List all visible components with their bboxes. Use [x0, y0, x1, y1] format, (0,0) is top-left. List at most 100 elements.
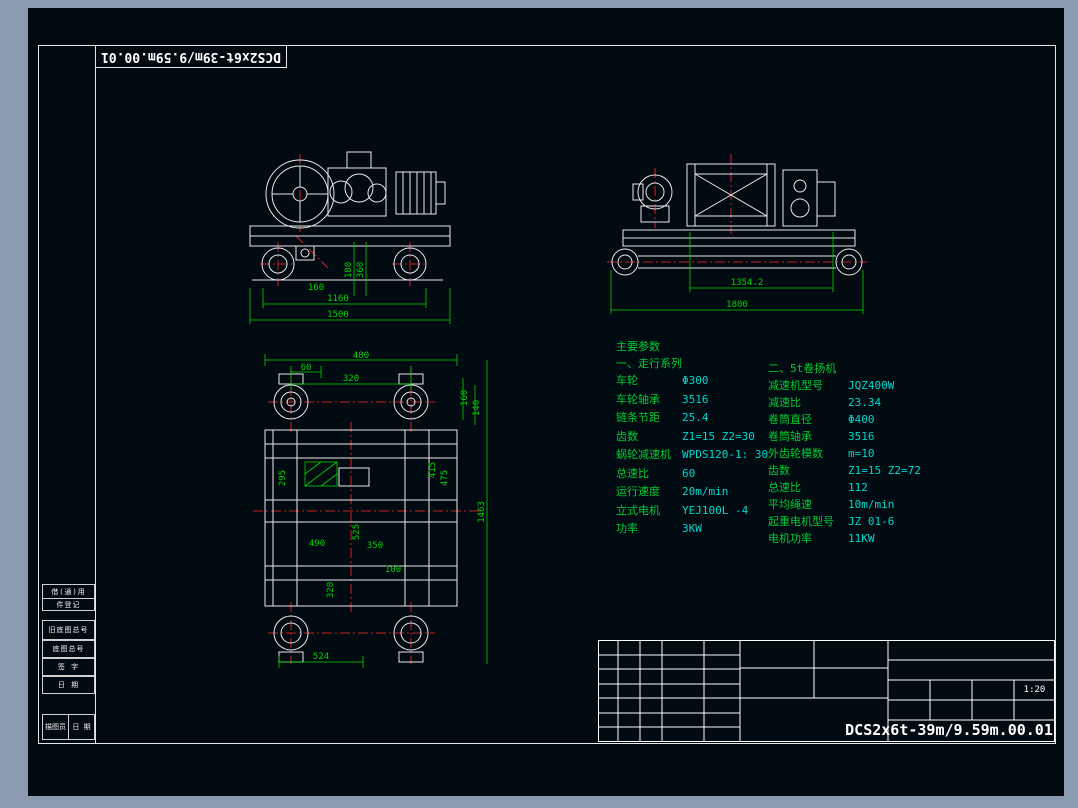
dim-label: 160 — [460, 390, 470, 406]
param-label: 外齿轮模数 — [768, 447, 823, 460]
param-label: 蜗轮减速机 — [616, 448, 671, 461]
param-label: 链条节距 — [616, 411, 660, 424]
param-value: 112 — [848, 481, 868, 494]
scale-value: 1:20 — [1023, 685, 1046, 695]
dim-label: 320 — [326, 582, 336, 598]
dim-label: 524 — [313, 652, 329, 662]
dim-label: 160 — [308, 283, 324, 293]
param-value: JQZ400W — [848, 379, 895, 392]
param-value: 60 — [682, 466, 696, 480]
param-row: 齿数 Z1=15 Z2=72 — [768, 462, 938, 479]
param-label: 运行速度 — [616, 485, 660, 498]
signature-block: 签 字 — [42, 658, 95, 676]
param-value: 3KW — [682, 522, 702, 535]
dim-label: 1354.2 — [731, 278, 764, 288]
param-row: 减速比 23.34 — [768, 394, 938, 411]
param-label: 平均绳速 — [768, 498, 812, 511]
dim-label: 360 — [356, 262, 366, 278]
param-label: 总速比 — [616, 466, 649, 480]
param-label: 卷筒直径 — [768, 413, 812, 426]
dim-label: 295 — [278, 470, 288, 486]
reuse-record-block: 借(通)用 件登记 — [42, 584, 95, 611]
param-label: 总速比 — [768, 481, 801, 494]
view-side: 1354.2 1800 — [607, 154, 867, 314]
params-right-heading: 二、5t卷扬机 — [768, 362, 837, 375]
base-drawing-no-block: 底图总号 — [42, 640, 95, 658]
tracer-label: 描图员 — [45, 723, 66, 731]
drawing-number: DCS2x6t-39m/9.59m.00.01 — [845, 721, 1053, 739]
tracer-date-label: 日 期 — [68, 715, 94, 739]
param-value: Φ400 — [848, 413, 875, 426]
top-title-box: DCS2x6t-39m/9.59m.00.01 — [95, 45, 287, 68]
param-row: 减速机型号 JQZ400W — [768, 377, 938, 394]
parameters-panel-left: 主要参数 一、走行系列 车轮 Φ300 车轮轴承 3516 链条节距 25.4 齿数 Z… — [616, 338, 776, 539]
param-label: 减速比 — [768, 396, 801, 409]
param-row: 起重电机型号 JZ 01-6 — [768, 513, 938, 530]
dim-label: 415 — [428, 462, 438, 478]
param-row: 链条节距 25.4 — [616, 409, 776, 428]
dim-label: 490 — [309, 539, 325, 549]
params-title: 主要参数 — [616, 340, 660, 353]
param-label: 车轮轴承 — [616, 392, 660, 406]
part-register-label: 件登记 — [43, 598, 94, 610]
dim-label: 475 — [440, 470, 450, 486]
param-row: 外齿轮模数 m=10 — [768, 445, 938, 462]
param-row: 电机功率 11KW — [768, 530, 938, 547]
param-value: m=10 — [848, 447, 875, 460]
dim-label: 525 — [352, 524, 362, 540]
old-base-drawing-no-block: 旧底图总号 — [42, 620, 95, 640]
param-row: 总速比 60 — [616, 465, 776, 484]
param-value: JZ 01-6 — [848, 515, 895, 528]
param-label: 功率 — [616, 522, 638, 535]
binding-margin-line — [95, 45, 96, 744]
dim-label: 60 — [301, 363, 312, 373]
param-label: 电机功率 — [768, 532, 812, 545]
view-plan: 480 60 320 160 140 295 415 475 1463 525 … — [253, 351, 488, 668]
param-row: 齿数 Z1=15 Z2=30 — [616, 428, 776, 447]
param-value: Z1=15 Z2=30 — [682, 429, 755, 443]
param-value: 20m/min — [682, 485, 729, 498]
param-row: 平均绳速 10m/min — [768, 496, 938, 513]
reuse-record-label: 借(通)用 — [51, 587, 86, 596]
params-left-heading: 一、走行系列 — [616, 357, 682, 370]
dim-label: 1800 — [726, 300, 748, 310]
param-label: 车轮 — [616, 374, 638, 387]
param-value: Z1=15 Z2=72 — [848, 464, 921, 477]
dim-label: 1160 — [327, 294, 349, 304]
param-label: 卷筒轴承 — [768, 430, 812, 443]
dim-label: 480 — [353, 351, 369, 361]
dim-label: 100 — [385, 565, 401, 575]
param-label: 减速机型号 — [768, 379, 823, 392]
param-row: 蜗轮减速机 WPDS120-1: 30 — [616, 446, 776, 465]
param-row: 车轮轴承 3516 — [616, 391, 776, 410]
param-label: 起重电机型号 — [768, 515, 834, 528]
view-front: 160 180 360 1160 1500 — [249, 151, 451, 324]
param-value: 3516 — [848, 430, 875, 443]
param-row: 卷筒直径 Φ400 — [768, 411, 938, 428]
param-value: WPDS120-1: 30 — [682, 448, 769, 461]
param-row: 卷筒轴承 3516 — [768, 428, 938, 445]
param-label: 齿数 — [768, 464, 790, 477]
param-value: 10m/min — [848, 498, 895, 511]
param-value: 23.34 — [848, 396, 882, 409]
param-row: 运行速度 20m/min — [616, 483, 776, 502]
param-row: 功率 3KW — [616, 520, 776, 539]
date-block: 日 期 — [42, 676, 95, 694]
param-label: 齿数 — [616, 429, 638, 443]
param-row: 总速比 112 — [768, 479, 938, 496]
dim-label: 1500 — [327, 310, 349, 320]
dim-label: 180 — [344, 262, 354, 278]
top-title-text: DCS2x6t-39m/9.59m.00.01 — [101, 49, 282, 64]
parameters-panel-right: 二、5t卷扬机 减速机型号 JQZ400W 减速比 23.34 卷筒直径 Φ400 卷… — [768, 360, 938, 547]
dim-label: 1463 — [477, 501, 487, 523]
param-value: YEJ100L -4 — [682, 503, 749, 517]
param-row: 车轮 Φ300 — [616, 372, 776, 391]
param-row: 立式电机 YEJ100L -4 — [616, 502, 776, 521]
param-value: 11KW — [848, 532, 875, 545]
dim-label: 320 — [343, 374, 359, 384]
param-value: 3516 — [682, 392, 709, 406]
param-value: 25.4 — [682, 411, 709, 424]
param-label: 立式电机 — [616, 503, 660, 517]
tracer-block: 描图员 日 期 — [42, 714, 95, 740]
dim-label: 140 — [472, 400, 482, 416]
